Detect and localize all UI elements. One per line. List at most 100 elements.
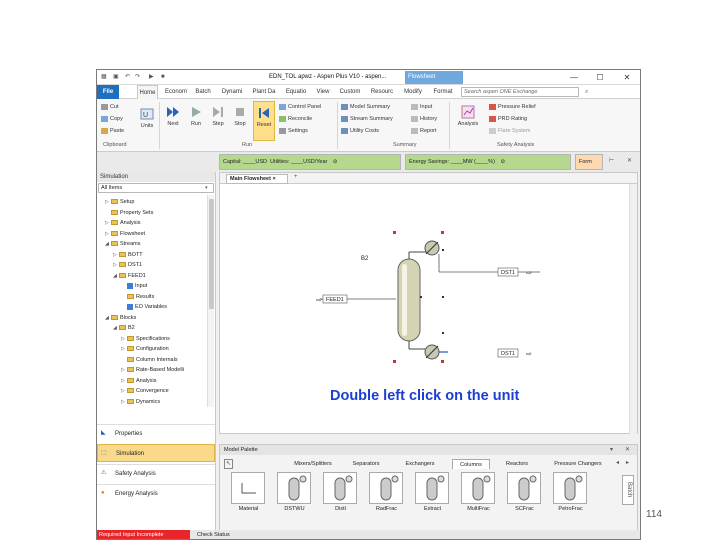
nav-properties-button[interactable]: Properties [97,424,215,442]
units-button[interactable]: U Units [137,107,157,129]
flowsheet-canvas[interactable]: B2 FEED1 ⇨ DST1 ⇨ DST1 ⇨ Double left cli… [220,184,631,434]
tree-item[interactable]: ▷ Rate-Based Modelli [121,365,184,376]
status-check-button[interactable]: Check Status [197,530,230,539]
menu-batch[interactable]: Batch [192,85,214,99]
tree-item[interactable]: ◢ Blocks [105,313,136,324]
canvas-scrollbar[interactable] [629,184,637,434]
palette-cat-exchangers[interactable]: Exchangers [398,459,442,469]
nav-energy-analysis-button[interactable]: Energy Analysis [97,484,215,502]
menu-dynamics[interactable]: Dynami [217,85,247,99]
close-icon[interactable]: ✕ [620,72,634,83]
menu-economics[interactable]: Econom [161,85,191,99]
tree-item[interactable]: Input [121,281,147,292]
reconcile-button[interactable]: Reconcile [279,115,312,123]
stream-feed1[interactable]: FEED1 ⇨ [316,294,396,304]
pin-icon[interactable]: ▾ [610,446,613,455]
menu-customize[interactable]: Custom [336,85,364,99]
reset-button[interactable]: Reset [253,101,275,141]
stop-button[interactable]: Stop [231,105,249,127]
close-icon[interactable]: ✕ [627,157,632,166]
pin-icon[interactable]: ⊢ [609,157,614,166]
nav-scroll-thumb[interactable] [209,199,214,309]
paste-button[interactable]: Paste [101,127,124,135]
run-button[interactable]: Run [187,105,205,127]
add-tab-icon[interactable]: + [294,173,298,182]
palette-item[interactable]: RadFrac [364,472,409,516]
tree-item[interactable]: ▷ DST1 [113,260,142,271]
settings-button[interactable]: Settings [279,127,308,135]
palette-cat-separators[interactable]: Separators [346,459,386,469]
palette-item[interactable]: DSTWU [272,472,317,516]
history-button[interactable]: History [411,115,437,123]
tab-main-flowsheet[interactable]: Main Flowsheet × [226,174,288,184]
search-icon[interactable]: ⌕ [585,88,588,97]
tree-item[interactable]: Property Sets [105,208,153,219]
analysis-button[interactable]: Analysis [453,105,483,127]
menu-modify[interactable]: Modify [399,85,427,99]
tree-item[interactable]: Column Internals [121,355,178,366]
tree-item[interactable]: ◢ Streams [105,239,140,250]
undo-icon[interactable]: ↶ [125,73,130,82]
tree-item[interactable]: ▷ Convergence [121,386,169,397]
chevron-down-icon[interactable]: ▾ [205,184,208,193]
menu-view[interactable]: View [312,85,334,99]
tree-item[interactable]: ▷ Configuration [121,344,169,355]
cut-button[interactable]: Cut [101,103,119,111]
tree-item[interactable]: ▷ Dynamics [121,397,160,408]
palette-item[interactable]: Material [226,472,271,516]
report-button[interactable]: Report [411,127,437,135]
palette-cat-columns[interactable]: Columns [452,459,490,469]
control-panel-button[interactable]: Control Panel [279,103,321,111]
stream-bottoms[interactable]: DST1 ⇨ [497,348,532,358]
search-input[interactable]: Search aspen ONE Exchange [461,87,579,97]
play-icon[interactable]: ▶ [149,73,154,82]
nav-scrollbar[interactable] [207,195,214,407]
energy-savings-box[interactable]: Energy Savings: ____MW (____%) ⊘ [405,154,571,170]
prd-rating-button[interactable]: PRD Rating [489,115,527,123]
close-icon[interactable]: ✕ [625,446,630,455]
menu-plant-data[interactable]: Plant Da [249,85,279,99]
minimize-icon[interactable]: — [567,72,581,83]
next-button[interactable]: Next [163,105,183,127]
nav-simulation-button[interactable]: Simulation [97,444,215,462]
palette-item[interactable]: PetroFrac [548,472,593,516]
menu-format[interactable]: Format [429,85,457,99]
nav-filter-select[interactable]: All Items [98,183,214,193]
flare-system-button[interactable]: Flare System [489,127,530,135]
input-button[interactable]: Input [411,103,432,111]
maximize-icon[interactable]: ☐ [593,72,607,83]
palette-cat-reactors[interactable]: Reactors [500,459,534,469]
palette-cat-pressure-changers[interactable]: Pressure Changers [544,459,612,469]
status-input-incomplete[interactable]: Required Input Incomplete [97,530,190,539]
menu-equation[interactable]: Equatio [281,85,311,99]
tree-item[interactable]: ▷ BOTT [113,250,143,261]
utility-costs-button[interactable]: Utility Costs [341,127,379,135]
palette-item[interactable]: Extract [410,472,455,516]
tree-item[interactable]: ◢ B2 [113,323,135,334]
palette-item[interactable]: SCFrac [502,472,547,516]
palette-batch-tab[interactable]: Batch [622,475,634,505]
tree-item[interactable]: ▷ Analysis [121,376,156,387]
tree-item[interactable]: ▷ Specifications [121,334,170,345]
copy-button[interactable]: Copy [101,115,123,123]
model-summary-button[interactable]: Model Summary [341,103,390,111]
tree-item[interactable]: ▷ Analysis [105,218,140,229]
tree-item[interactable]: Results [121,292,154,303]
pointer-tool-icon[interactable]: ↖ [224,459,233,469]
palette-item[interactable]: Distl [318,472,363,516]
tree-item[interactable]: ▷ Flowsheet [105,229,145,240]
tree-item[interactable]: ◢ FEED1 [113,271,146,282]
distillation-column-b2[interactable] [397,240,448,360]
tree-item[interactable]: EO Variables [121,302,167,313]
form-box[interactable]: Form [575,154,603,170]
save-icon[interactable]: ▣ [113,73,119,82]
palette-cat-mixers[interactable]: Mixers/Splitters [286,459,340,469]
palette-scroll-left-icon[interactable]: ◂ [616,459,619,468]
nav-safety-analysis-button[interactable]: Safety Analysis [97,464,215,482]
stream-summary-button[interactable]: Stream Summary [341,115,393,123]
menu-file[interactable]: File [97,85,119,99]
pressure-relief-button[interactable]: Pressure Relief [489,103,536,111]
palette-scroll-right-icon[interactable]: ▸ [626,459,629,468]
tree-item[interactable]: ▷ Setup [105,197,134,208]
redo-icon[interactable]: ↷ [135,73,140,82]
